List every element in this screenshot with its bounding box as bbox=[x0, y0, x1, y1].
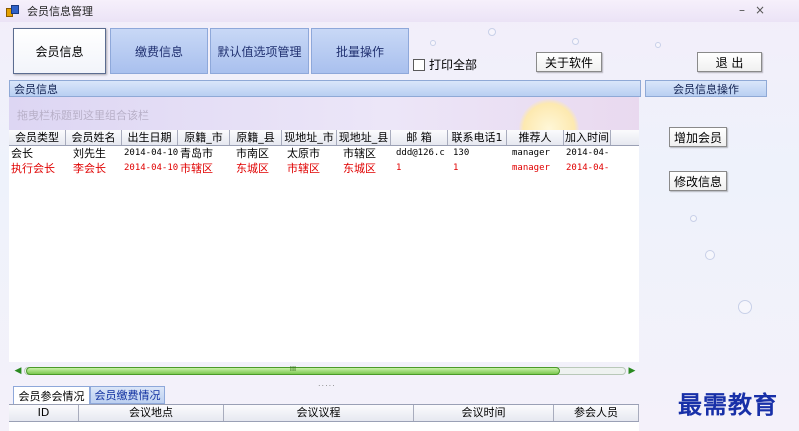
tab-member-meetings[interactable]: 会员参会情况 bbox=[13, 386, 90, 404]
cell: 会长 bbox=[11, 147, 33, 160]
group-by-panel[interactable]: 拖曳栏标题到这里组合该栏 bbox=[9, 97, 639, 130]
cell: 太原市 bbox=[287, 147, 320, 160]
column-header[interactable]: 会员姓名 bbox=[66, 130, 122, 145]
column-header[interactable]: 推荐人 bbox=[507, 130, 564, 145]
meetings-grid[interactable]: ID 会议地点 会议议程 会议时间 参会人员 bbox=[9, 404, 639, 431]
cell: 青岛市 bbox=[180, 147, 213, 160]
title-bar: 会员信息管理 – × bbox=[0, 0, 799, 22]
member-info-section-header: 会员信息 bbox=[9, 80, 641, 97]
tab-default-options[interactable]: 默认值选项管理 bbox=[210, 28, 309, 74]
table-row[interactable]: 执行会长 李会长 2014-04-10 市辖区 东城区 市辖区 东城区 1 1 … bbox=[9, 161, 639, 176]
app-logo-icon bbox=[6, 4, 19, 18]
column-header[interactable]: 邮 箱 bbox=[391, 130, 448, 145]
tab-batch-operations[interactable]: 批量操作 bbox=[311, 28, 409, 74]
cell: 130 bbox=[453, 148, 470, 158]
column-header[interactable]: 会议议程 bbox=[224, 405, 414, 421]
meetings-grid-header: ID 会议地点 会议议程 会议时间 参会人员 bbox=[9, 405, 639, 422]
column-header[interactable]: 原籍_市 bbox=[178, 130, 230, 145]
cell: 1 bbox=[453, 163, 459, 173]
exit-button[interactable]: 退 出 bbox=[697, 52, 762, 72]
tab-member-payments[interactable]: 会员缴费情况 bbox=[90, 386, 165, 404]
table-row[interactable]: 会长 刘先生 2014-04-10 青岛市 市南区 太原市 市辖区 ddd@12… bbox=[9, 146, 639, 161]
column-header[interactable]: 会议时间 bbox=[414, 405, 554, 421]
cell: manager bbox=[512, 163, 550, 173]
column-header[interactable]: 原籍_县 bbox=[230, 130, 282, 145]
splitter-grip[interactable]: ..... bbox=[318, 379, 336, 388]
sun-decoration bbox=[519, 99, 579, 130]
edit-member-button[interactable]: 修改信息 bbox=[669, 171, 727, 191]
cell: 刘先生 bbox=[73, 147, 106, 160]
members-grid-header: 会员类型 会员姓名 出生日期 原籍_市 原籍_县 现地址_市 现地址_县 邮 箱… bbox=[9, 130, 639, 146]
column-header[interactable]: 联系电话1 bbox=[448, 130, 507, 145]
cell: 市辖区 bbox=[287, 162, 320, 175]
cell: 2014-04-10 bbox=[124, 163, 178, 173]
cell: 市南区 bbox=[236, 147, 269, 160]
cell: manager bbox=[512, 148, 550, 158]
bubble-decoration bbox=[430, 40, 436, 46]
print-all-label: 打印全部 bbox=[429, 58, 478, 72]
cell: 2014-04- bbox=[566, 148, 610, 158]
horizontal-scrollbar[interactable]: ◀ III ▶ bbox=[12, 365, 638, 377]
cell: 市辖区 bbox=[180, 162, 213, 175]
minimize-button[interactable]: – bbox=[734, 3, 750, 17]
column-header[interactable]: 加入时间 bbox=[564, 130, 611, 145]
print-all-checkbox-group[interactable]: 打印全部 bbox=[413, 56, 477, 73]
column-header[interactable]: 现地址_县 bbox=[337, 130, 391, 145]
close-button[interactable]: × bbox=[752, 3, 768, 17]
add-member-button[interactable]: 增加会员 bbox=[669, 127, 727, 147]
column-header[interactable]: 参会人员 bbox=[554, 405, 639, 421]
tab-payment-info[interactable]: 缴费信息 bbox=[110, 28, 208, 74]
column-header[interactable]: 出生日期 bbox=[122, 130, 178, 145]
cell: 东城区 bbox=[236, 162, 269, 175]
window-title: 会员信息管理 bbox=[27, 5, 93, 18]
cell: 市辖区 bbox=[343, 147, 376, 160]
cell: 1 bbox=[396, 163, 402, 173]
watermark-text: 最需教育 bbox=[678, 390, 778, 419]
tab-member-info[interactable]: 会员信息 bbox=[13, 28, 106, 74]
bubble-decoration bbox=[488, 28, 496, 36]
group-by-hint: 拖曳栏标题到这里组合该栏 bbox=[17, 109, 149, 122]
scroll-left-arrow-icon[interactable]: ◀ bbox=[12, 365, 24, 377]
cell: 执行会长 bbox=[11, 162, 55, 175]
scroll-thumb[interactable]: III bbox=[26, 365, 560, 375]
app-window: 会员信息管理 – × 会员信息 缴费信息 默认值选项管理 批量操作 打印全部 关… bbox=[0, 0, 799, 431]
print-all-checkbox[interactable] bbox=[413, 58, 425, 71]
bubble-decoration bbox=[655, 42, 661, 48]
column-header[interactable]: 现地址_市 bbox=[282, 130, 337, 145]
cell: ddd@126.c bbox=[396, 148, 445, 158]
member-ops-panel: 增加会员 修改信息 bbox=[645, 97, 767, 431]
about-button[interactable]: 关于软件 bbox=[536, 52, 602, 72]
scroll-right-arrow-icon[interactable]: ▶ bbox=[626, 365, 638, 377]
cell: 李会长 bbox=[73, 162, 106, 175]
scroll-grip: III bbox=[289, 365, 297, 373]
members-grid[interactable]: 会员类型 会员姓名 出生日期 原籍_市 原籍_县 现地址_市 现地址_县 邮 箱… bbox=[9, 130, 639, 362]
bubble-decoration bbox=[572, 38, 579, 45]
column-header[interactable]: 会员类型 bbox=[9, 130, 66, 145]
cell: 2014-04- bbox=[566, 163, 610, 173]
cell: 东城区 bbox=[343, 162, 376, 175]
column-header[interactable]: ID bbox=[9, 405, 79, 421]
member-ops-section-header: 会员信息操作 bbox=[645, 80, 767, 97]
column-header[interactable]: 会议地点 bbox=[79, 405, 224, 421]
cell: 2014-04-10 bbox=[124, 148, 178, 158]
